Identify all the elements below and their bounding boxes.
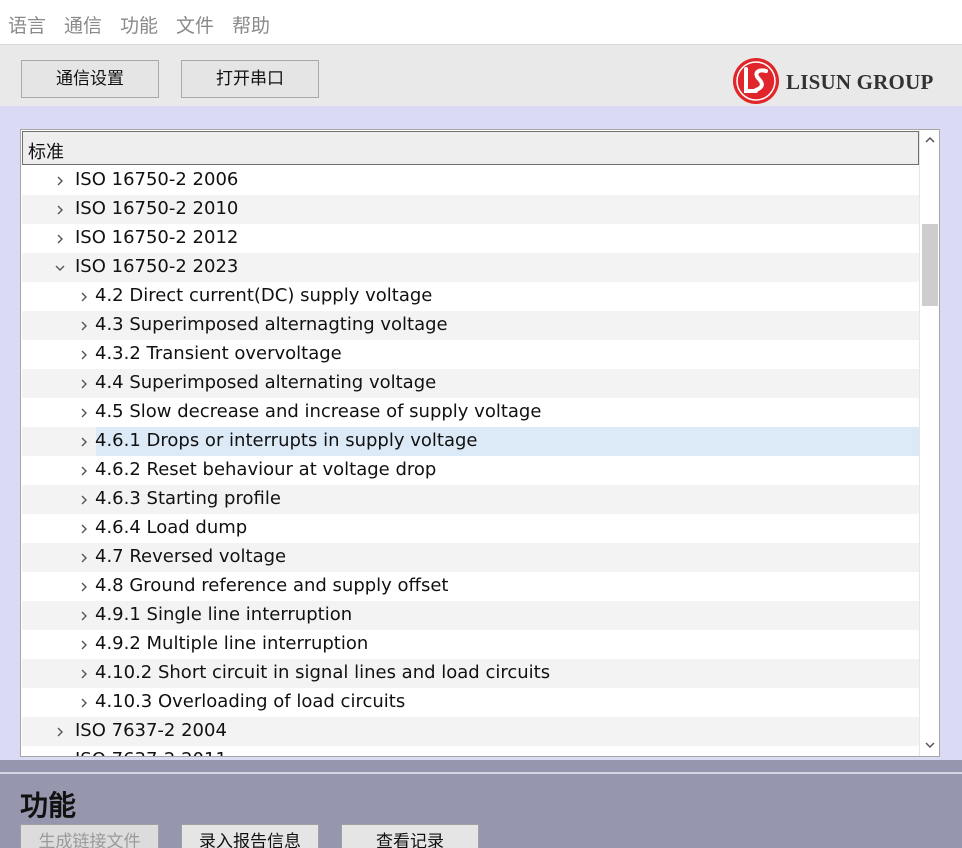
chevron-right-icon[interactable] xyxy=(77,551,91,565)
chevron-right-icon[interactable] xyxy=(77,667,91,681)
tree-header-label: 标准 xyxy=(28,142,64,163)
tree-node-label: 4.10.2 Short circuit in signal lines and… xyxy=(95,662,551,683)
chevron-down-icon[interactable] xyxy=(53,261,67,275)
chevron-right-icon[interactable] xyxy=(53,725,67,739)
tree-node-label: ISO 7637-2 2004 xyxy=(75,720,227,741)
chevron-right-icon[interactable] xyxy=(77,464,91,478)
tree-subnode[interactable]: 4.10.3 Overloading of load circuits xyxy=(22,688,919,717)
tree-subnode[interactable]: 4.6.3 Starting profile xyxy=(22,485,919,514)
scroll-down-icon[interactable] xyxy=(924,739,936,751)
tree-node-label: 4.3 Superimposed alternagting voltage xyxy=(95,314,448,335)
tree-node-label: 4.10.3 Overloading of load circuits xyxy=(95,691,406,712)
tree-subnode[interactable]: 4.7 Reversed voltage xyxy=(22,543,919,572)
logo-text: LISUN GROUP xyxy=(786,70,934,94)
menu-communication[interactable]: 通信 xyxy=(64,14,102,38)
tree-node-label: 4.6.4 Load dump xyxy=(95,517,248,538)
chevron-right-icon[interactable] xyxy=(53,232,67,246)
tree-subnode[interactable]: 4.10.2 Short circuit in signal lines and… xyxy=(22,659,919,688)
tree-subnode[interactable]: 4.6.1 Drops or interrupts in supply volt… xyxy=(22,427,919,456)
chevron-right-icon[interactable] xyxy=(53,174,67,188)
menu-file[interactable]: 文件 xyxy=(176,14,214,38)
tree-subnode[interactable]: 4.3 Superimposed alternagting voltage xyxy=(22,311,919,340)
menu-help[interactable]: 帮助 xyxy=(232,14,270,38)
chevron-right-icon[interactable] xyxy=(77,435,91,449)
chevron-right-icon[interactable] xyxy=(77,348,91,362)
lisun-logo-icon xyxy=(733,58,779,104)
chevron-right-icon[interactable] xyxy=(77,522,91,536)
chevron-right-icon[interactable] xyxy=(77,377,91,391)
tree-subnode[interactable]: 4.9.1 Single line interruption xyxy=(22,601,919,630)
tree-node[interactable]: ISO 16750-2 2023 xyxy=(22,253,919,282)
chevron-right-icon[interactable] xyxy=(77,609,91,623)
tree-node[interactable]: ISO 7637-2 2011 xyxy=(22,746,919,757)
standards-panel: 标准 ISO 16750-2 2006 ISO 16750-2 2010 ISO 1… xyxy=(0,120,962,760)
scroll-up-icon[interactable] xyxy=(924,134,936,146)
separator xyxy=(0,106,962,120)
tree-node-label: 4.6.1 Drops or interrupts in supply volt… xyxy=(95,430,478,451)
menu-function[interactable]: 功能 xyxy=(120,14,158,38)
tree-subnode[interactable]: 4.8 Ground reference and supply offset xyxy=(22,572,919,601)
tree-node-label: 4.2 Direct current(DC) supply voltage xyxy=(95,285,433,306)
menu-bar: 语言 通信 功能 文件 帮助 xyxy=(0,0,962,44)
vertical-scrollbar[interactable] xyxy=(919,130,939,756)
view-records-button[interactable]: 查看记录 xyxy=(341,824,479,848)
tree-subnode[interactable]: 4.6.4 Load dump xyxy=(22,514,919,543)
chevron-right-icon[interactable] xyxy=(77,290,91,304)
tree-node[interactable]: ISO 7637-2 2004 xyxy=(22,717,919,746)
tree-node-label: ISO 16750-2 2023 xyxy=(75,256,239,277)
tree-subnode[interactable]: 4.2 Direct current(DC) supply voltage xyxy=(22,282,919,311)
generate-link-file-button[interactable]: 生成链接文件 xyxy=(20,824,159,848)
tree-node-label: ISO 16750-2 2006 xyxy=(75,169,239,190)
tree-node[interactable]: ISO 16750-2 2010 xyxy=(22,195,919,224)
tree-node[interactable]: ISO 16750-2 2012 xyxy=(22,224,919,253)
tree-node[interactable]: ISO 16750-2 2006 xyxy=(22,166,919,195)
tree-node-label: 4.4 Superimposed alternating voltage xyxy=(95,372,437,393)
chevron-right-icon[interactable] xyxy=(77,319,91,333)
tree-node-label: 4.6.3 Starting profile xyxy=(95,488,281,509)
tree-node-label: 4.8 Ground reference and supply offset xyxy=(95,575,449,596)
divider xyxy=(0,772,962,774)
chevron-right-icon[interactable] xyxy=(77,493,91,507)
tree-node-label: 4.3.2 Transient overvoltage xyxy=(95,343,342,364)
chevron-right-icon[interactable] xyxy=(77,638,91,652)
tree-subnode[interactable]: 4.3.2 Transient overvoltage xyxy=(22,340,919,369)
tree-node-label: 4.7 Reversed voltage xyxy=(95,546,287,567)
function-panel: 功能 生成链接文件 录入报告信息 查看记录 xyxy=(0,760,962,848)
menu-language[interactable]: 语言 xyxy=(8,14,46,38)
enter-report-info-button[interactable]: 录入报告信息 xyxy=(181,824,319,848)
chevron-right-icon[interactable] xyxy=(53,203,67,217)
tree-node-label: ISO 16750-2 2010 xyxy=(75,198,239,219)
tree-node-label: 4.6.2 Reset behaviour at voltage drop xyxy=(95,459,437,480)
toolbar: 通信设置 打开串口 LISUN GROUP xyxy=(0,44,962,106)
tree-subnode[interactable]: 4.4 Superimposed alternating voltage xyxy=(22,369,919,398)
tree-subnode[interactable]: 4.6.2 Reset behaviour at voltage drop xyxy=(22,456,919,485)
chevron-right-icon[interactable] xyxy=(77,406,91,420)
tree-node-label: 4.9.1 Single line interruption xyxy=(95,604,353,625)
comm-settings-button[interactable]: 通信设置 xyxy=(21,60,159,98)
tree-node-label: ISO 7637-2 2011 xyxy=(75,749,227,756)
tree-subnode[interactable]: 4.9.2 Multiple line interruption xyxy=(22,630,919,659)
function-title: 功能 xyxy=(20,789,77,822)
chevron-right-icon[interactable] xyxy=(77,580,91,594)
tree-subnode[interactable]: 4.5 Slow decrease and increase of supply… xyxy=(22,398,919,427)
tree-header[interactable]: 标准 xyxy=(22,131,919,165)
tree-node-label: ISO 16750-2 2012 xyxy=(75,227,239,248)
open-port-button[interactable]: 打开串口 xyxy=(181,60,319,98)
chevron-right-icon[interactable] xyxy=(53,754,67,757)
standards-tree: 标准 ISO 16750-2 2006 ISO 16750-2 2010 ISO 1… xyxy=(20,129,940,757)
chevron-right-icon[interactable] xyxy=(77,696,91,710)
tree-node-label: 4.5 Slow decrease and increase of supply… xyxy=(95,401,542,422)
tree-node-label: 4.9.2 Multiple line interruption xyxy=(95,633,369,654)
scrollbar-thumb[interactable] xyxy=(922,224,938,306)
